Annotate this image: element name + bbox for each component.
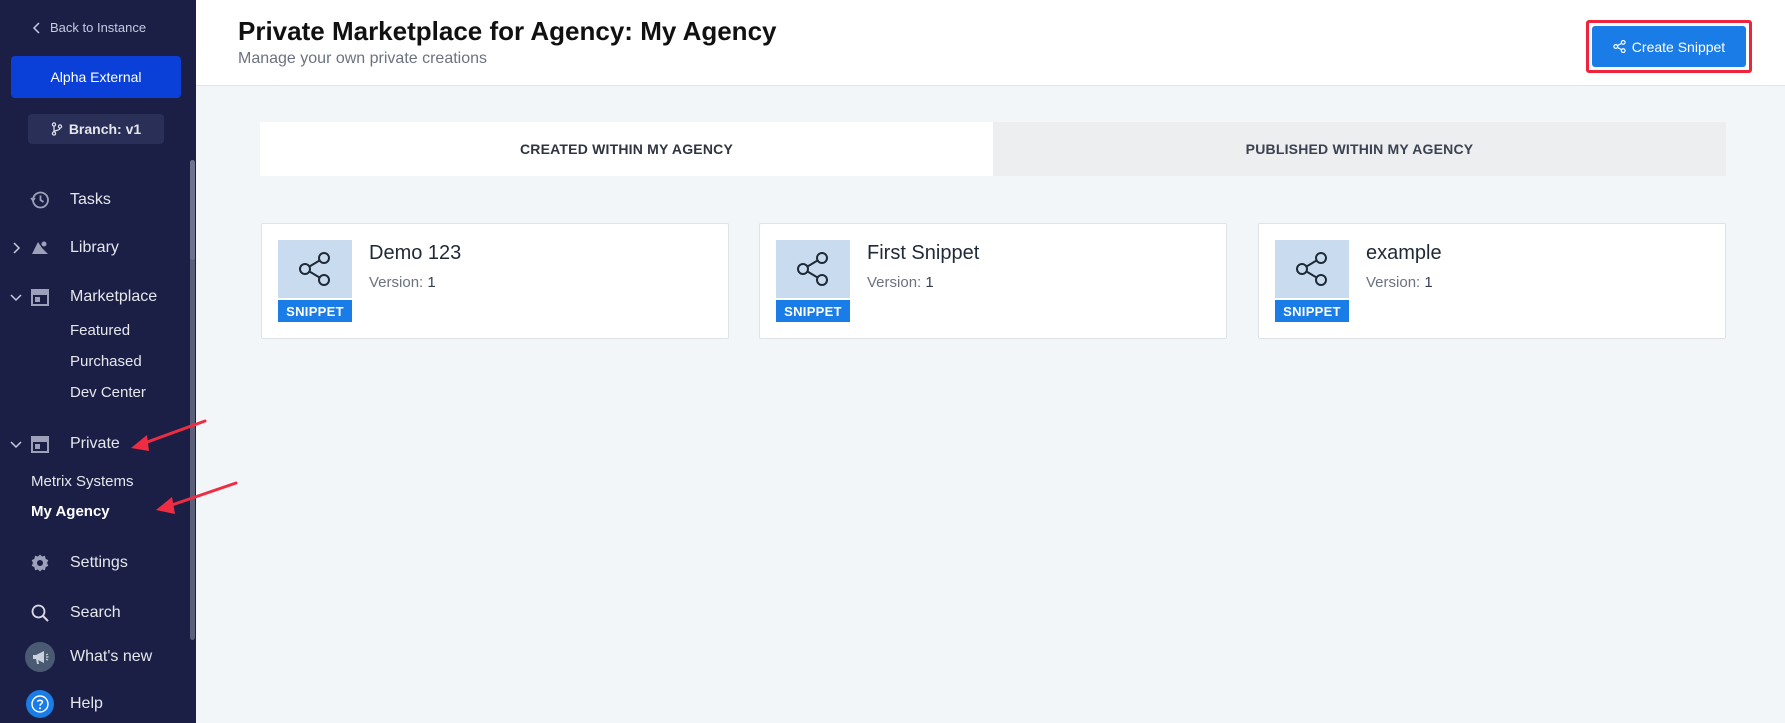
version-number: 1 [925,274,934,291]
tab-created-within-my-agency[interactable]: CREATED WITHIN MY AGENCY [260,122,993,176]
snippet-version: Version: 1 [369,274,436,291]
sidebar-item-help[interactable]: Help [0,688,190,720]
snippet-thumbnail [278,240,352,298]
sidebar-item-label: Private [70,435,120,452]
sidebar-item-private[interactable]: Private [0,428,190,460]
sidebar-item-whats-new[interactable]: What's new [0,641,190,673]
library-icon [29,237,51,259]
share-icon [797,252,828,286]
gear-icon [29,552,51,574]
store-icon [29,286,51,308]
snippet-thumbnail [776,240,850,298]
sidebar-item-label: Tasks [70,191,111,208]
instance-label: Alpha External [50,69,142,85]
history-icon [29,189,51,211]
search-icon [29,602,51,624]
sidebar-item-label: Settings [70,554,128,571]
page-subtitle: Manage your own private creations [238,50,488,67]
sidebar-item-label: Help [70,695,103,712]
version-label: Version: [369,274,424,291]
page-header: Private Marketplace for Agency: My Agenc… [196,0,1785,86]
sidebar-item-tasks[interactable]: Tasks [0,184,190,216]
sidebar-scrollbar-thumb[interactable] [190,160,195,260]
create-snippet-label: Create Snippet [1631,38,1726,55]
sidebar-item-settings[interactable]: Settings [0,547,190,579]
sidebar-subitem-purchased[interactable]: Purchased [70,353,142,370]
snippet-badge: SNIPPET [1275,300,1349,322]
sidebar-subitem-dev-center[interactable]: Dev Center [70,384,146,401]
store-icon [29,433,51,455]
version-number: 1 [427,274,436,291]
version-number: 1 [1424,274,1433,291]
snippet-version: Version: 1 [1366,274,1433,291]
share-icon [299,252,330,286]
tab-published-within-my-agency[interactable]: PUBLISHED WITHIN MY AGENCY [993,122,1726,176]
snippet-badge: SNIPPET [776,300,850,322]
snippet-thumbnail [1275,240,1349,298]
snippet-name: First Snippet [867,242,980,264]
branch-label: Branch: v1 [68,121,142,137]
sidebar-item-search[interactable]: Search [0,597,190,629]
snippet-card[interactable]: SNIPPET Demo 123 Version: 1 [261,223,729,339]
sidebar-item-label: What's new [70,648,153,665]
page-title: Private Marketplace for Agency: My Agenc… [238,16,777,46]
share-icon [1296,252,1327,286]
snippet-card[interactable]: SNIPPET First Snippet Version: 1 [759,223,1227,339]
megaphone-icon [25,642,55,672]
chevron-left-icon [32,21,40,34]
back-label: Back to Instance [50,20,147,35]
snippet-name: example [1366,242,1442,264]
sidebar-subitem-featured[interactable]: Featured [70,322,130,339]
sidebar-subitem-my-agency[interactable]: My Agency [31,503,110,520]
share-icon [1613,40,1626,53]
snippet-card[interactable]: SNIPPET example Version: 1 [1258,223,1726,339]
sidebar-item-label: Library [70,239,119,256]
chevron-right-icon [13,242,21,254]
snippet-name: Demo 123 [369,242,462,264]
snippet-version: Version: 1 [867,274,934,291]
sidebar-subitem-metrix-systems[interactable]: Metrix Systems [31,473,134,490]
sidebar-item-library[interactable]: Library [0,232,190,264]
instance-button[interactable]: Alpha External [11,56,181,98]
sidebar-item-label: Search [70,604,121,621]
version-label: Version: [1366,274,1421,291]
back-to-instance-link[interactable]: Back to Instance [32,20,146,35]
help-icon [26,690,54,718]
git-branch-icon [51,122,63,136]
version-label: Version: [867,274,922,291]
snippet-badge: SNIPPET [278,300,352,322]
sidebar-item-marketplace[interactable]: Marketplace [0,281,190,313]
chevron-down-icon [10,294,22,302]
create-snippet-button[interactable]: Create Snippet [1592,26,1746,67]
tab-bar: CREATED WITHIN MY AGENCY PUBLISHED WITHI… [260,122,1726,176]
branch-selector[interactable]: Branch: v1 [28,114,164,144]
chevron-down-icon [10,441,22,449]
sidebar: Back to Instance Alpha External Branch: … [0,0,196,723]
sidebar-item-label: Marketplace [70,288,158,305]
